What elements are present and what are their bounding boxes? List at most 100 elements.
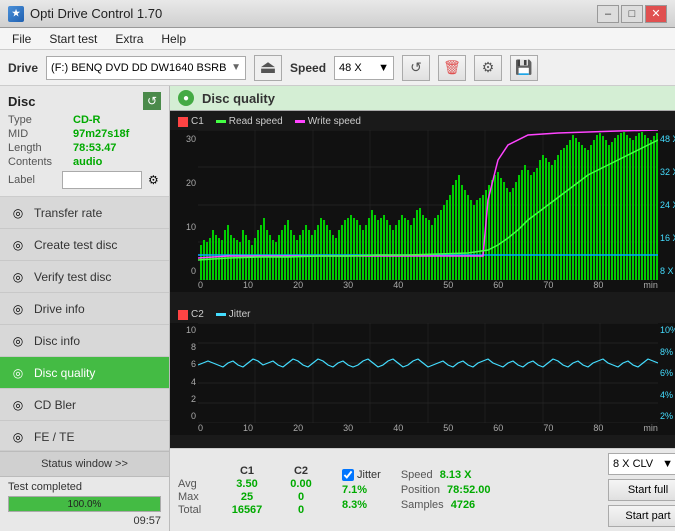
transfer-rate-icon: ◎ [10,205,26,221]
stats-max-c1: 25 [222,491,272,503]
drive-label: Drive [8,61,38,75]
menu-help[interactable]: Help [153,29,194,49]
jitter-check-label: Jitter [357,469,381,481]
disc-label-label: Label [8,174,58,186]
x-0: 0 [198,280,203,290]
time-text: 09:57 [8,515,161,527]
jitter-avg-row: 7.1% [342,484,381,496]
sidebar-item-verify-test-disc[interactable]: ◎ Verify test disc [0,261,169,293]
save-button[interactable]: 💾 [510,55,538,81]
speed-dropdown-value: 8 X CLV [613,458,653,470]
ly-8: 8 [172,342,196,352]
write-speed-label: Write speed [308,116,361,127]
sidebar-item-fe-te[interactable]: ◎ FE / TE [0,421,169,450]
sidebar-item-transfer-rate[interactable]: ◎ Transfer rate [0,197,169,229]
y-label-20: 20 [172,178,196,188]
title-bar-left: ★ Opti Drive Control 1.70 [8,6,162,22]
c1-label: C1 [191,116,204,127]
ly-4: 4 [172,377,196,387]
minimize-button[interactable]: – [597,5,619,23]
speed-info: Speed 8.13 X Position 78:52.00 Samples 4… [401,469,491,511]
create-test-disc-icon: ◎ [10,237,26,253]
y-label-24x: 24 X [660,200,675,210]
sidebar-item-drive-info[interactable]: ◎ Drive info [0,293,169,325]
progress-container: 100.0% [8,496,161,512]
drive-select-arrow: ▼ [231,62,241,73]
x-40: 40 [393,280,403,290]
lower-chart-container: 10 8 6 4 2 0 [170,323,675,423]
eject-button[interactable]: ⏏ [254,55,282,81]
jitter-max-row: 8.3% [342,499,381,511]
menu-start-test[interactable]: Start test [41,29,105,49]
start-part-button[interactable]: Start part [608,505,675,527]
speed-lbl: Speed [401,469,433,481]
speed-val: 8.13 X [440,469,472,481]
ly-2: 2 [172,394,196,404]
menu-extra[interactable]: Extra [107,29,151,49]
x-80: 80 [593,280,603,290]
y-label-30: 30 [172,134,196,144]
x-10: 10 [243,280,253,290]
speed-select[interactable]: 48 X ▼ [334,56,394,80]
start-full-button[interactable]: Start full [608,479,675,501]
sidebar-item-disc-quality[interactable]: ◎ Disc quality [0,357,169,389]
y-label-0: 0 [172,266,196,276]
upper-chart-legend: C1 Read speed Write speed [170,113,675,130]
progress-text: 100.0% [9,497,160,511]
right-panel: ● Disc quality C1 Read speed [170,86,675,531]
disc-quality-icon: ◎ [10,365,26,381]
status-bar: Test completed 100.0% 09:57 [0,477,169,531]
status-window-button[interactable]: Status window >> [0,451,169,477]
lower-chart-svg [198,323,658,423]
disc-section: Disc ↺ Type CD-R MID 97m27s18f Length 78… [0,86,169,197]
speed-dropdown[interactable]: 8 X CLV ▼ [608,453,675,475]
menu-file[interactable]: File [4,29,39,49]
write-speed-color [295,120,305,123]
lower-x-axis: 0 10 20 30 40 50 60 70 80 min [170,423,675,435]
disc-title: Disc [8,94,35,109]
ry-6pct: 6% [660,368,675,378]
jitter-avg-val: 7.1% [342,484,367,496]
sidebar-item-create-test-disc[interactable]: ◎ Create test disc [0,229,169,261]
position-row: Position 78:52.00 [401,484,491,496]
disc-length-label: Length [8,142,73,154]
legend-read-speed: Read speed [216,116,283,127]
disc-label-row: Label ⚙ [8,170,161,190]
jitter-checkbox-row: Jitter [342,469,381,481]
stats-avg-c1: 3.50 [222,478,272,490]
fe-te-icon: ◎ [10,429,26,445]
jitter-stats: Jitter 7.1% 8.3% [342,469,381,511]
legend-jitter: Jitter [216,309,251,320]
ly-6: 6 [172,359,196,369]
speed-value: 48 X [339,62,362,74]
title-bar-controls: – □ ✕ [597,5,667,23]
position-val: 78:52.00 [447,484,490,496]
clear-button[interactable]: 🗑 [438,55,466,81]
disc-contents-row: Contents audio [8,156,161,168]
x-50: 50 [443,280,453,290]
settings-button[interactable]: ⚙ [474,55,502,81]
read-speed-label: Read speed [229,116,283,127]
c2-color [178,310,188,320]
disc-header: Disc ↺ [8,92,161,110]
speed-arrow: ▼ [378,62,389,74]
ly-10: 10 [172,325,196,335]
y-label-16x: 16 X [660,233,675,243]
jitter-max-val: 8.3% [342,499,367,511]
disc-label-input[interactable] [62,171,142,189]
y-label-8x: 8 X [660,266,675,276]
legend-c1: C1 [178,116,204,127]
disc-refresh-button[interactable]: ↺ [143,92,161,110]
sidebar-item-cd-bler[interactable]: ◎ CD Bler [0,389,169,421]
maximize-button[interactable]: □ [621,5,643,23]
refresh-button[interactable]: ↺ [402,55,430,81]
samples-lbl: Samples [401,499,444,511]
jitter-label: Jitter [229,309,251,320]
close-button[interactable]: ✕ [645,5,667,23]
sidebar-item-disc-info[interactable]: ◎ Disc info [0,325,169,357]
x-70: 70 [543,280,553,290]
jitter-checkbox[interactable] [342,469,354,481]
samples-val: 4726 [451,499,475,511]
label-icon-button[interactable]: ⚙ [146,170,161,190]
drive-select[interactable]: (F:) BENQ DVD DD DW1640 BSRB ▼ [46,56,246,80]
